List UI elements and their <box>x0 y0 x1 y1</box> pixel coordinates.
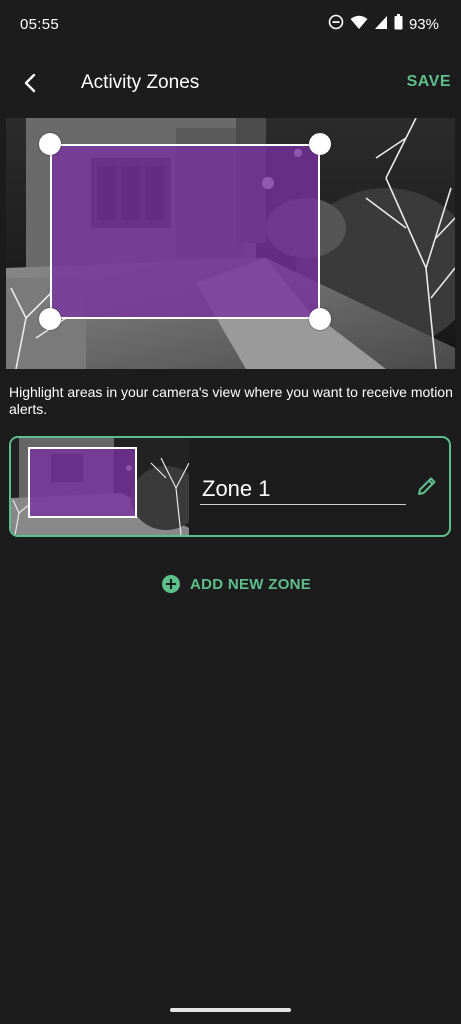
signal-icon <box>374 15 388 35</box>
add-new-zone-button[interactable]: ADD NEW ZONE <box>162 575 311 593</box>
status-icons: 93% <box>328 14 439 35</box>
zone-handle-top-right[interactable] <box>309 133 331 155</box>
zone-thumbnail-overlay <box>28 447 137 518</box>
wifi-icon <box>350 15 368 35</box>
plus-circle-icon <box>162 575 180 593</box>
do-not-disturb-icon <box>328 14 344 35</box>
zone-thumbnail <box>11 438 189 535</box>
zone-handle-bottom-right[interactable] <box>309 308 331 330</box>
activity-zones-screen: 05:55 93% Activity Zones SAVE Highlight … <box>0 0 461 1024</box>
battery-percentage: 93% <box>408 16 439 33</box>
page-title: Activity Zones <box>81 72 200 93</box>
zone-card[interactable]: Zone 1 <box>9 436 451 537</box>
zone-handle-top-left[interactable] <box>39 133 61 155</box>
edit-zone-button[interactable] <box>415 474 439 498</box>
home-indicator[interactable] <box>170 1008 291 1012</box>
battery-icon <box>394 14 403 35</box>
activity-zone-overlay[interactable] <box>50 144 320 319</box>
save-button[interactable]: SAVE <box>407 73 451 91</box>
back-button[interactable] <box>16 68 46 98</box>
zone-handle-bottom-left[interactable] <box>39 308 61 330</box>
add-new-zone-label: ADD NEW ZONE <box>190 575 312 593</box>
pencil-icon <box>418 477 436 495</box>
zone-name-input[interactable]: Zone 1 <box>200 474 406 505</box>
camera-preview[interactable] <box>6 118 455 369</box>
app-bar: Activity Zones SAVE <box>0 56 461 108</box>
back-arrow-icon <box>24 73 36 93</box>
status-bar: 05:55 93% <box>0 0 461 50</box>
status-time: 05:55 <box>20 16 60 33</box>
hint-text: Highlight areas in your camera's view wh… <box>9 384 453 417</box>
